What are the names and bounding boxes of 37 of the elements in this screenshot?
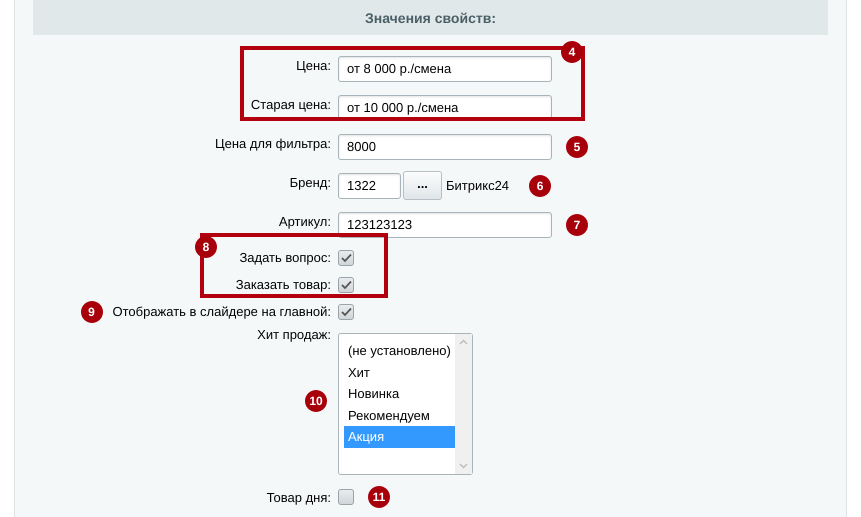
callout-badge: 5: [566, 136, 588, 158]
scrollbar[interactable]: [455, 334, 472, 474]
list-option[interactable]: Рекомендуем: [344, 404, 455, 426]
checkbox[interactable]: [338, 250, 354, 266]
input-field[interactable]: 1322: [338, 172, 401, 198]
field-label: Заказать товар:: [236, 277, 331, 292]
field-label: Отображать в слайдере на главной:: [112, 304, 331, 319]
list-option[interactable]: (не установлено): [344, 340, 455, 362]
callout-badge: 4: [561, 41, 583, 63]
field-label: Товар дня:: [266, 490, 331, 504]
section-title: Значения свойств:: [365, 10, 496, 26]
field-label: Бренд:: [290, 175, 331, 190]
scroll-down-icon[interactable]: [459, 463, 468, 469]
checkbox[interactable]: [338, 304, 354, 320]
field-label: Старая цена:: [250, 97, 331, 112]
field-label: Цена:: [296, 58, 331, 73]
list-option[interactable]: Хит: [344, 362, 455, 383]
input-field[interactable]: от 8 000 р./смена: [338, 56, 552, 82]
callout-badge: 9: [80, 300, 102, 322]
checkbox[interactable]: [338, 276, 354, 292]
field-label: Артикул:: [278, 214, 331, 229]
field-label: Хит продаж:: [257, 327, 331, 342]
field-label: Задать вопрос:: [239, 250, 331, 265]
list-box[interactable]: (не установлено) Хит Новинка Рекомендуем Акция: [338, 333, 473, 475]
input-field[interactable]: 123123123: [338, 212, 552, 238]
callout-badge: 7: [566, 214, 588, 236]
callout-badge: 6: [529, 174, 552, 196]
checkbox[interactable]: [338, 489, 354, 505]
browse-button[interactable]: ...: [403, 171, 442, 200]
scroll-up-icon[interactable]: [459, 339, 468, 345]
callout-badge: 8: [195, 236, 217, 258]
input-field[interactable]: 8000: [338, 134, 552, 160]
field-label: Цена для фильтра:: [214, 136, 331, 151]
callout-badge: 11: [368, 486, 390, 508]
callout-badge: 10: [305, 390, 327, 412]
list-option[interactable]: Новинка: [344, 383, 455, 404]
brand-name: Битрикс24: [446, 178, 510, 193]
